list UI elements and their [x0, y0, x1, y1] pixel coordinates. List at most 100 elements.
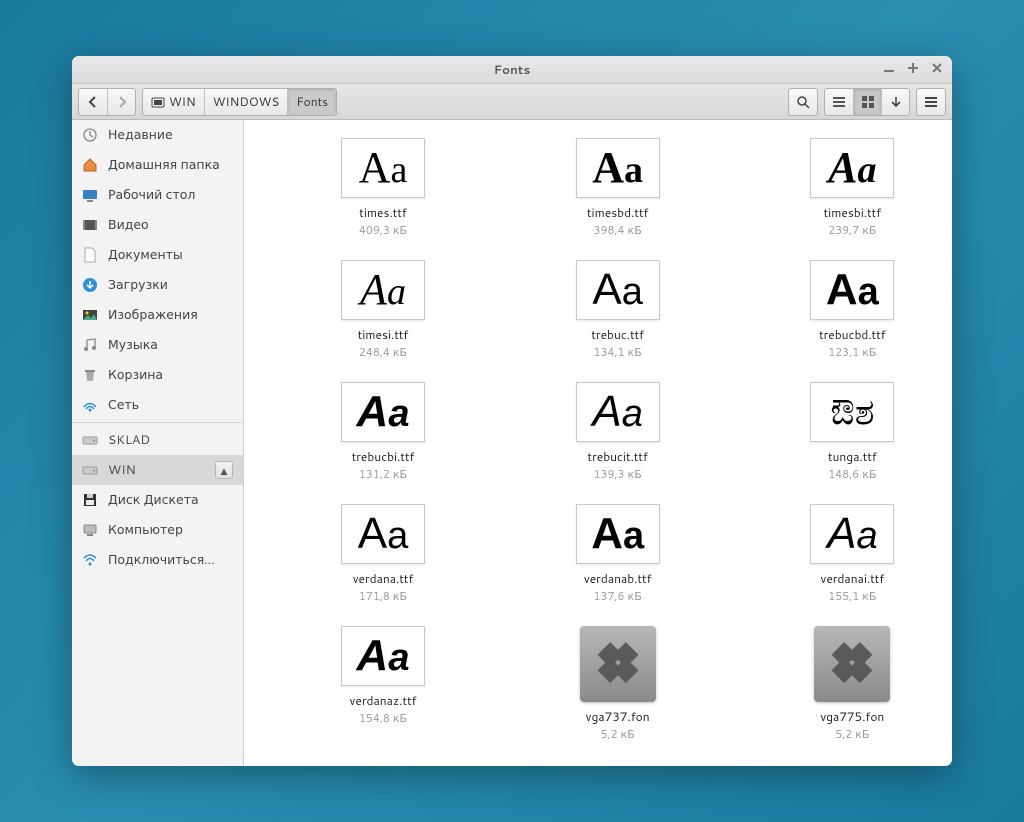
file-name: timesbi.ttf	[824, 204, 881, 221]
sidebar-item-label: Подключиться…	[108, 551, 233, 569]
drive-icon	[82, 462, 98, 478]
sidebar-item[interactable]: Рабочий стол	[72, 180, 243, 210]
sidebar-item-label: Диск Дискета	[108, 491, 233, 509]
file-name: vga737.fon	[586, 708, 650, 725]
breadcrumb-current[interactable]: Fonts	[288, 89, 336, 115]
document-icon	[82, 247, 98, 263]
file-item[interactable]: Aa times.ttf409,3 кБ	[318, 138, 448, 238]
sidebar-item-label: Домашняя папка	[108, 156, 233, 174]
sidebar-item[interactable]: Компьютер	[72, 515, 243, 545]
font-thumbnail-icon: Aa	[341, 504, 425, 564]
body: НедавниеДомашняя папкаРабочий столВидеоД…	[72, 120, 952, 766]
toolbar: WIN WINDOWS Fonts	[72, 84, 952, 120]
font-thumbnail-icon: Aa	[810, 504, 894, 564]
sidebar-item-label: Сеть	[108, 396, 233, 414]
sidebar-item-label: SKLAD	[108, 431, 233, 449]
font-thumbnail-icon: Aa	[341, 138, 425, 198]
menu-group	[916, 88, 946, 116]
sidebar-item-label: Компьютер	[108, 521, 233, 539]
font-thumbnail-icon: Aa	[341, 626, 425, 686]
file-item[interactable]: Aaverdana.ttf171,8 кБ	[318, 504, 448, 604]
grid-view-button[interactable]	[853, 89, 881, 115]
file-item[interactable]: Aatrebuc.ttf134,1 кБ	[553, 260, 683, 360]
sidebar-item-label: Рабочий стол	[108, 186, 233, 204]
file-size: 248,4 кБ	[359, 344, 407, 360]
fon-thumbnail-icon	[814, 626, 890, 702]
file-item[interactable]: Aatrebucbd.ttf123,1 кБ	[787, 260, 917, 360]
download-icon	[82, 277, 98, 293]
font-thumbnail-icon: Aa	[576, 504, 660, 564]
breadcrumb: WIN WINDOWS Fonts	[142, 88, 337, 116]
file-name: times.ttf	[359, 204, 406, 221]
file-size: 134,1 кБ	[594, 344, 642, 360]
file-item[interactable]: Aa trebucbi.ttf131,2 кБ	[318, 382, 448, 482]
file-item[interactable]: Aatrebucit.ttf139,3 кБ	[553, 382, 683, 482]
file-name: trebucbi.ttf	[352, 448, 415, 465]
file-item[interactable]: Aaverdanai.ttf155,1 кБ	[787, 504, 917, 604]
file-name: verdanai.ttf	[821, 570, 885, 587]
sidebar-item[interactable]: Корзина	[72, 360, 243, 390]
file-name: trebucbd.ttf	[819, 326, 886, 343]
file-size: 409,3 кБ	[359, 222, 407, 238]
sidebar-item[interactable]: Подключиться…	[72, 545, 243, 575]
network-icon	[82, 397, 98, 413]
video-icon	[82, 217, 98, 233]
sidebar-item[interactable]: Домашняя папка	[72, 150, 243, 180]
font-thumbnail-icon: Aa	[341, 260, 425, 320]
sidebar-item[interactable]: SKLAD	[72, 425, 243, 455]
file-size: 137,6 кБ	[594, 588, 642, 604]
drive-icon	[82, 432, 98, 448]
file-name: trebucit.ttf	[588, 448, 648, 465]
content-area[interactable]: Aa times.ttf409,3 кБ Aatimesbd.ttf398,4 кБ…	[244, 120, 952, 766]
forward-button[interactable]	[107, 89, 135, 115]
sidebar-item[interactable]: Недавние	[72, 120, 243, 150]
clock-icon	[82, 127, 98, 143]
sidebar-item-label: Корзина	[108, 366, 233, 384]
file-item[interactable]: Aatimesbi.ttf239,7 кБ	[787, 138, 917, 238]
file-manager-window: Fonts WI	[72, 56, 952, 766]
nav-buttons	[78, 88, 136, 116]
sidebar-item[interactable]: Диск Дискета	[72, 485, 243, 515]
breadcrumb-item[interactable]: WINDOWS	[205, 89, 289, 115]
sidebar-item[interactable]: Изображения	[72, 300, 243, 330]
file-item[interactable]: ಔಶtunga.ttf148,6 кБ	[787, 382, 917, 482]
file-item[interactable]: Aaverdanab.ttf137,6 кБ	[553, 504, 683, 604]
close-button[interactable]	[930, 61, 944, 75]
sidebar-item[interactable]: WIN▲	[72, 455, 243, 485]
home-icon	[82, 157, 98, 173]
list-view-button[interactable]	[825, 89, 853, 115]
file-item[interactable]: Aaverdanaz.ttf154,8 кБ	[318, 626, 448, 742]
file-item[interactable]: Aa timesi.ttf248,4 кБ	[318, 260, 448, 360]
file-size: 131,2 кБ	[359, 466, 407, 482]
hamburger-menu-button[interactable]	[917, 89, 945, 115]
file-name: trebuc.ttf	[591, 326, 644, 343]
drive-icon	[151, 95, 165, 109]
file-size: 398,4 кБ	[594, 222, 642, 238]
file-size: 5,2 кБ	[601, 726, 635, 742]
sidebar: НедавниеДомашняя папкаРабочий столВидеоД…	[72, 120, 244, 766]
file-name: vga775.fon	[820, 708, 884, 725]
window-title: Fonts	[494, 61, 531, 78]
file-item[interactable]: vga775.fon5,2 кБ	[787, 626, 917, 742]
minimize-button[interactable]	[882, 61, 896, 75]
search-button[interactable]	[789, 89, 817, 115]
sidebar-item[interactable]: Загрузки	[72, 270, 243, 300]
maximize-button[interactable]	[906, 61, 920, 75]
image-icon	[82, 307, 98, 323]
sidebar-item[interactable]: Сеть	[72, 390, 243, 420]
floppy-icon	[82, 492, 98, 508]
file-item[interactable]: vga737.fon5,2 кБ	[553, 626, 683, 742]
file-name: timesi.ttf	[358, 326, 408, 343]
eject-icon[interactable]: ▲	[215, 461, 233, 479]
file-item[interactable]: Aatimesbd.ttf398,4 кБ	[553, 138, 683, 238]
music-icon	[82, 337, 98, 353]
font-thumbnail-icon: Aa	[576, 138, 660, 198]
trash-icon	[82, 367, 98, 383]
sidebar-item[interactable]: Документы	[72, 240, 243, 270]
sidebar-item[interactable]: Видео	[72, 210, 243, 240]
breadcrumb-root[interactable]: WIN	[143, 89, 205, 115]
back-button[interactable]	[79, 89, 107, 115]
dropdown-view-button[interactable]	[881, 89, 909, 115]
font-thumbnail-icon: Aa	[341, 382, 425, 442]
sidebar-item[interactable]: Музыка	[72, 330, 243, 360]
